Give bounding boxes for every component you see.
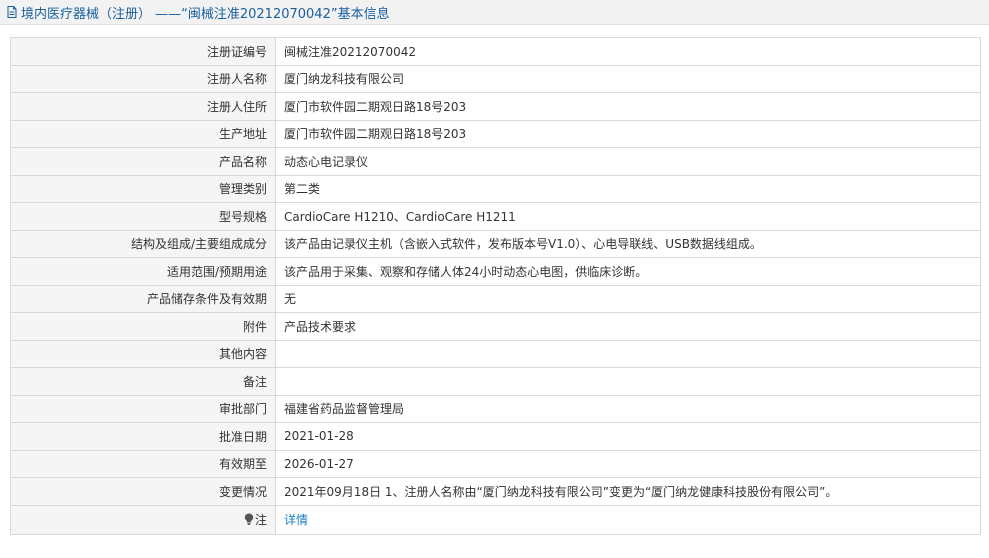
field-label: 适用范围/预期用途 <box>10 257 276 286</box>
table-row: 审批部门 福建省药品监督管理局 <box>10 394 981 423</box>
field-label: 产品储存条件及有效期 <box>10 284 276 313</box>
field-label: 有效期至 <box>10 449 276 478</box>
note-value-cell: 详情 <box>275 504 981 535</box>
table-row: 型号规格 CardioCare H1210、CardioCare H1211 <box>10 202 981 231</box>
lightbulb-icon <box>244 513 254 525</box>
table-row: 其他内容 <box>10 339 981 368</box>
note-label-cell: 注 <box>10 504 276 535</box>
field-label: 备注 <box>10 367 276 396</box>
field-label: 生产地址 <box>10 119 276 148</box>
field-value: 2026-01-27 <box>275 449 981 478</box>
table-row: 适用范围/预期用途 该产品用于采集、观察和存储人体24小时动态心电图，供临床诊断。 <box>10 257 981 286</box>
field-label: 型号规格 <box>10 202 276 231</box>
field-value: 厦门市软件园二期观日路18号203 <box>275 119 981 148</box>
field-label: 结构及组成/主要组成成分 <box>10 229 276 258</box>
field-value: 厦门纳龙科技有限公司 <box>275 64 981 93</box>
field-label: 注册证编号 <box>10 37 276 66</box>
note-label: 注 <box>254 513 267 527</box>
table-row: 变更情况 2021年09月18日 1、注册人名称由“厦门纳龙科技有限公司”变更为“… <box>10 477 981 506</box>
field-value: 闽械注准20212070042 <box>275 37 981 66</box>
field-label: 管理类别 <box>10 174 276 203</box>
field-value: 产品技术要求 <box>275 312 981 341</box>
table-row-note: 注 详情 <box>10 504 981 535</box>
field-value: 厦门市软件园二期观日路18号203 <box>275 92 981 121</box>
table-row: 产品名称 动态心电记录仪 <box>10 147 981 176</box>
field-value: 第二类 <box>275 174 981 203</box>
table-row: 管理类别 第二类 <box>10 174 981 203</box>
field-label: 附件 <box>10 312 276 341</box>
table-row: 生产地址 厦门市软件园二期观日路18号203 <box>10 119 981 148</box>
table-row: 批准日期 2021-01-28 <box>10 422 981 451</box>
table-row: 有效期至 2026-01-27 <box>10 449 981 478</box>
field-value: 无 <box>275 284 981 313</box>
field-label: 注册人名称 <box>10 64 276 93</box>
page-title-bar: 境内医疗器械（注册） ——“闽械注准20212070042”基本信息 <box>0 0 989 25</box>
table-row: 注册人名称 厦门纳龙科技有限公司 <box>10 64 981 93</box>
field-value <box>275 367 981 396</box>
field-label: 注册人住所 <box>10 92 276 121</box>
field-value: 动态心电记录仪 <box>275 147 981 176</box>
details-link[interactable]: 详情 <box>284 513 308 527</box>
table-row: 产品储存条件及有效期无 <box>10 284 981 313</box>
field-value: 该产品由记录仪主机（含嵌入式软件，发布版本号V1.0）、心电导联线、USB数据线… <box>275 229 981 258</box>
table-row: 注册人住所 厦门市软件园二期观日路18号203 <box>10 92 981 121</box>
table-row: 结构及组成/主要组成成分 该产品由记录仪主机（含嵌入式软件，发布版本号V1.0）、… <box>10 229 981 258</box>
field-label: 审批部门 <box>10 394 276 423</box>
table-row: 附件 产品技术要求 <box>10 312 981 341</box>
field-value: 2021-01-28 <box>275 422 981 451</box>
table-row: 备注 <box>10 367 981 396</box>
field-label: 变更情况 <box>10 477 276 506</box>
field-label: 批准日期 <box>10 422 276 451</box>
field-label: 其他内容 <box>10 339 276 368</box>
document-icon <box>5 5 19 19</box>
page-title: 境内医疗器械（注册） ——“闽械注准20212070042”基本信息 <box>21 6 390 22</box>
info-table-body: 注册证编号 闽械注准20212070042 注册人名称 厦门纳龙科技有限公司 注册人住所… <box>10 37 981 535</box>
field-label: 产品名称 <box>10 147 276 176</box>
field-value: CardioCare H1210、CardioCare H1211 <box>275 202 981 231</box>
field-value <box>275 339 981 368</box>
table-row: 注册证编号 闽械注准20212070042 <box>10 37 981 66</box>
field-value: 该产品用于采集、观察和存储人体24小时动态心电图，供临床诊断。 <box>275 257 981 286</box>
registration-info-table: 注册证编号 闽械注准20212070042 注册人名称 厦门纳龙科技有限公司 注册人住所… <box>10 37 981 535</box>
field-value: 2021年09月18日 1、注册人名称由“厦门纳龙科技有限公司”变更为“厦门纳龙… <box>275 477 981 506</box>
field-value: 福建省药品监督管理局 <box>275 394 981 423</box>
